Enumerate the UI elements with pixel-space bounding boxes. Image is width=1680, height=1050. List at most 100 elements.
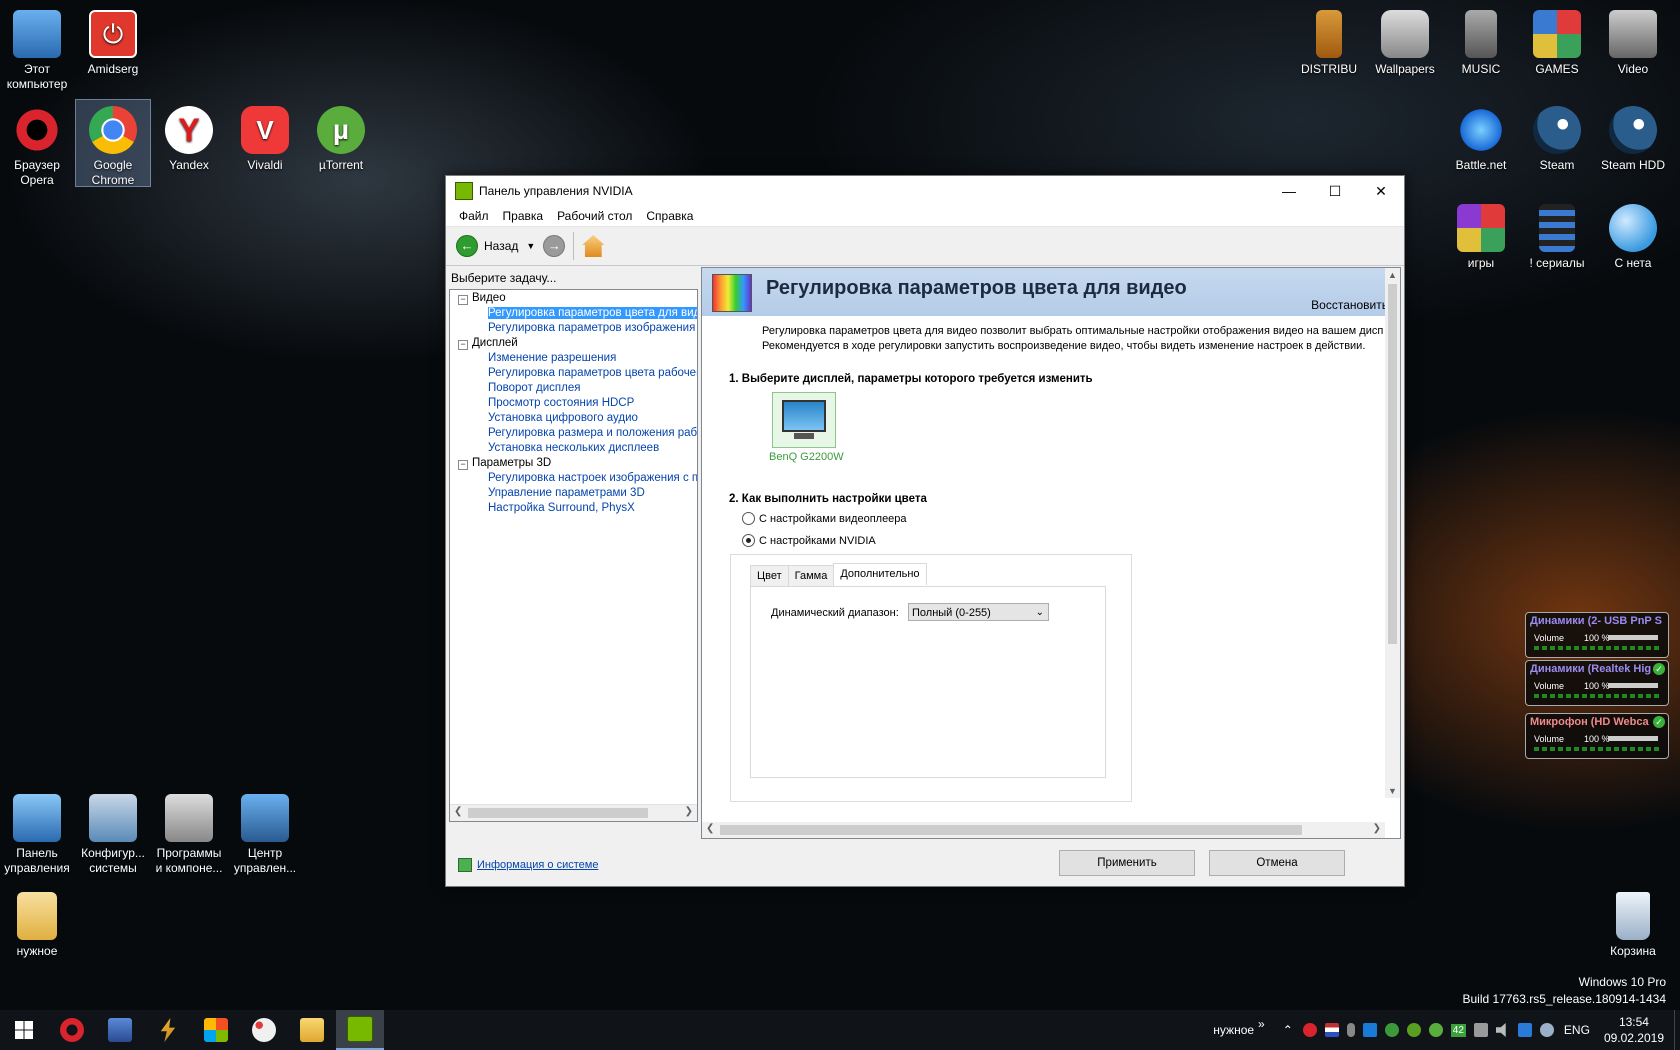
volume-gadget[interactable]: Динамики (Realtek Hig ✓ Volume 100 % xyxy=(1525,660,1669,706)
taskbar-paint-app[interactable] xyxy=(240,1010,288,1050)
taskbar-store[interactable] xyxy=(192,1010,240,1050)
tree-item-3d-settings[interactable]: Управление параметрами 3D xyxy=(488,487,645,499)
display-name[interactable]: BenQ G2200W xyxy=(769,451,844,463)
desktop-icon-distribu[interactable]: DISTRIBU xyxy=(1292,4,1366,77)
utorrent-tray-icon[interactable] xyxy=(1428,1023,1443,1037)
taskbar-save-app[interactable] xyxy=(96,1010,144,1050)
network-icon[interactable] xyxy=(1473,1023,1488,1037)
desktop-icon-vivaldi[interactable]: V Vivaldi xyxy=(228,100,302,173)
tab-advanced[interactable]: Дополнительно xyxy=(833,563,927,585)
tree-item-resolution[interactable]: Изменение разрешения xyxy=(488,352,616,364)
microphone-icon[interactable] xyxy=(1346,1023,1355,1037)
cancel-button[interactable]: Отмена xyxy=(1209,850,1345,876)
taskbar-explorer[interactable] xyxy=(288,1010,336,1050)
desktop-icon-yandex[interactable]: Y Yandex xyxy=(152,100,226,173)
tree-item-desktop-size[interactable]: Регулировка размера и положения рабо xyxy=(488,427,697,439)
tray-folder-label[interactable]: нужное xyxy=(1213,1023,1254,1037)
desktop-icon-music[interactable]: MUSIC xyxy=(1444,4,1518,77)
tree-item-rotate[interactable]: Поворот дисплея xyxy=(488,382,580,394)
desktop-icon-video[interactable]: Video xyxy=(1596,4,1670,77)
apply-button[interactable]: Применить xyxy=(1059,850,1195,876)
radio-nvidia-settings[interactable]: С настройками NVIDIA xyxy=(742,534,882,547)
desktop-icon-s-neta[interactable]: С нета xyxy=(1596,198,1670,271)
scroll-left-icon[interactable]: ❮ xyxy=(706,823,714,834)
collapse-toggle-display[interactable]: − xyxy=(458,340,468,350)
horizontal-scrollbar[interactable]: ❮ ❯ xyxy=(702,822,1385,838)
back-dropdown-icon[interactable]: ▼ xyxy=(526,241,535,251)
tree-category-3d[interactable]: Параметры 3D xyxy=(472,457,551,469)
tree-item-video-color[interactable]: Регулировка параметров цвета для вид xyxy=(488,307,697,319)
flag-icon[interactable] xyxy=(1324,1023,1339,1037)
radio-player-settings[interactable]: С настройками видеоплеера xyxy=(742,512,907,525)
tab-color[interactable]: Цвет xyxy=(750,565,789,587)
desktop-icon-steam-hdd[interactable]: Steam HDD xyxy=(1596,100,1670,173)
desktop-icon-utorrent[interactable]: µ µTorrent xyxy=(304,100,378,173)
desktop-icon-igry[interactable]: игры xyxy=(1444,198,1518,271)
radio-button[interactable] xyxy=(742,512,755,525)
menu-help[interactable]: Справка xyxy=(639,209,700,223)
scroll-thumb[interactable] xyxy=(468,808,648,818)
system-info-link[interactable]: Информация о системе xyxy=(458,858,598,872)
taskbar-lightning-app[interactable] xyxy=(144,1010,192,1050)
scroll-left-icon[interactable]: ❮ xyxy=(454,806,462,817)
desktop-icon-nuzhnoe[interactable]: нужное xyxy=(0,886,74,959)
scroll-down-icon[interactable]: ▼ xyxy=(1388,786,1397,796)
radio-button[interactable] xyxy=(742,534,755,547)
desktop-icon-this-pc[interactable]: Этот компьютер xyxy=(0,4,74,92)
desktop-icon-chrome[interactable]: Google Chrome xyxy=(75,99,151,187)
desktop-icon-system-config[interactable]: Конфигур... системы xyxy=(76,788,150,876)
tree-item-surround-physx[interactable]: Настройка Surround, PhysX xyxy=(488,502,635,514)
start-button[interactable] xyxy=(0,1010,48,1050)
language-indicator[interactable]: ENG xyxy=(1564,1023,1590,1037)
taskbar-opera[interactable] xyxy=(48,1010,96,1050)
scroll-thumb[interactable] xyxy=(720,825,1302,835)
desktop-icon-recycle-bin[interactable]: Корзина xyxy=(1596,886,1670,959)
desktop-icon-battlenet[interactable]: Battle.net xyxy=(1444,100,1518,173)
restore-defaults-link[interactable]: Восстановить xyxy=(1311,298,1388,312)
close-button[interactable]: ✕ xyxy=(1358,176,1404,206)
clock[interactable]: 13:54 09.02.2019 xyxy=(1604,1014,1664,1046)
tab-gamma[interactable]: Гамма xyxy=(787,565,835,587)
volume-slider[interactable] xyxy=(1608,736,1658,741)
back-button-label[interactable]: Назад xyxy=(484,239,518,253)
volume-gadget[interactable]: Микрофон (HD Webca ✓ Volume 100 % xyxy=(1525,713,1669,759)
plus-icon[interactable] xyxy=(1406,1023,1421,1037)
minimize-button[interactable]: — xyxy=(1266,176,1312,206)
desktop-icon-wallpapers[interactable]: Wallpapers xyxy=(1368,4,1442,77)
tree-item-hdcp[interactable]: Просмотр состояния HDCP xyxy=(488,397,634,409)
menu-file[interactable]: Файл xyxy=(452,209,496,223)
tray-more-chevron[interactable]: » xyxy=(1258,1017,1265,1031)
menu-desktop[interactable]: Рабочий стол xyxy=(550,209,639,223)
volume-gadget[interactable]: Динамики (2- USB PnP So Volume 100 % xyxy=(1525,612,1669,658)
desktop-icon-opera[interactable]: Браузер Opera xyxy=(0,100,74,188)
system-info-label[interactable]: Информация о системе xyxy=(477,859,598,871)
forward-arrow-icon[interactable]: → xyxy=(543,235,566,257)
menu-edit[interactable]: Правка xyxy=(496,209,551,223)
desktop-icon-amidserg[interactable]: ⏻ Amidserg xyxy=(76,4,150,77)
volume-slider[interactable] xyxy=(1608,683,1658,688)
scroll-right-icon[interactable]: ❯ xyxy=(1373,823,1381,834)
taskbar-nvidia[interactable] xyxy=(336,1010,384,1050)
home-icon[interactable] xyxy=(582,235,605,257)
title-bar[interactable]: Панель управления NVIDIA — ☐ ✕ xyxy=(446,176,1404,206)
volume-slider[interactable] xyxy=(1608,635,1658,640)
chevron-up-icon[interactable]: ⌃ xyxy=(1283,1023,1293,1037)
desktop-icon-control-center[interactable]: Центр управлен... xyxy=(228,788,302,876)
volume-icon[interactable] xyxy=(1495,1023,1506,1037)
desktop-icon-programs[interactable]: Программы и компоне... xyxy=(152,788,226,876)
scroll-up-icon[interactable]: ▲ xyxy=(1388,270,1397,280)
scroll-thumb[interactable] xyxy=(1388,284,1397,644)
scroll-right-icon[interactable]: ❯ xyxy=(685,806,693,817)
teamviewer-icon[interactable] xyxy=(1362,1023,1377,1037)
horizontal-scrollbar[interactable]: ❮ ❯ xyxy=(450,804,697,821)
vertical-scrollbar[interactable]: ▲ ▼ xyxy=(1385,268,1400,798)
sync-icon[interactable] xyxy=(1384,1023,1399,1037)
desktop-icon-steam[interactable]: Steam xyxy=(1520,100,1594,173)
collapse-toggle-video[interactable]: − xyxy=(458,295,468,305)
tree-item-multiple-displays[interactable]: Установка нескольких дисплеев xyxy=(488,442,659,454)
display-tile[interactable] xyxy=(772,392,836,448)
desktop-icon-control-panel[interactable]: Панель управления xyxy=(0,788,74,876)
dynamic-range-select[interactable]: Полный (0-255) ⌄ xyxy=(908,603,1049,621)
bluetooth-icon[interactable] xyxy=(1517,1023,1532,1037)
tree-category-display[interactable]: Дисплей xyxy=(472,337,518,349)
